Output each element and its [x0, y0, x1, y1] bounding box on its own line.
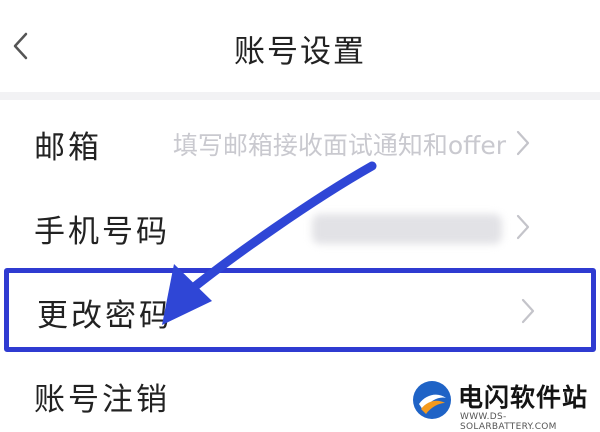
logo-icon	[413, 381, 451, 419]
watermark-name: 电闪软件站	[458, 383, 589, 412]
page-title: 账号设置	[234, 34, 366, 70]
phone-number-blurred	[312, 214, 502, 244]
settings-item-label: 手机号码	[34, 214, 170, 250]
settings-item-phone[interactable]: 手机号码	[0, 184, 600, 268]
settings-item-label: 邮箱	[34, 130, 102, 166]
chevron-right-icon	[516, 214, 530, 240]
email-placeholder-text: 填写邮箱接收面试通知和offer	[172, 131, 506, 160]
chevron-right-icon	[521, 298, 535, 324]
header-bar: 账号设置	[0, 0, 600, 92]
chevron-right-icon	[516, 130, 530, 156]
settings-item-label: 账号注销	[34, 382, 170, 418]
settings-item-label: 更改密码	[37, 298, 173, 334]
watermark: 电闪软件站 WWW.DS-SOLARBATTERY.COM	[398, 372, 600, 432]
settings-item-email[interactable]: 邮箱 填写邮箱接收面试通知和offer	[0, 100, 600, 184]
watermark-url: WWW.DS-SOLARBATTERY.COM	[460, 412, 557, 432]
settings-item-change-password[interactable]: 更改密码	[4, 268, 596, 352]
